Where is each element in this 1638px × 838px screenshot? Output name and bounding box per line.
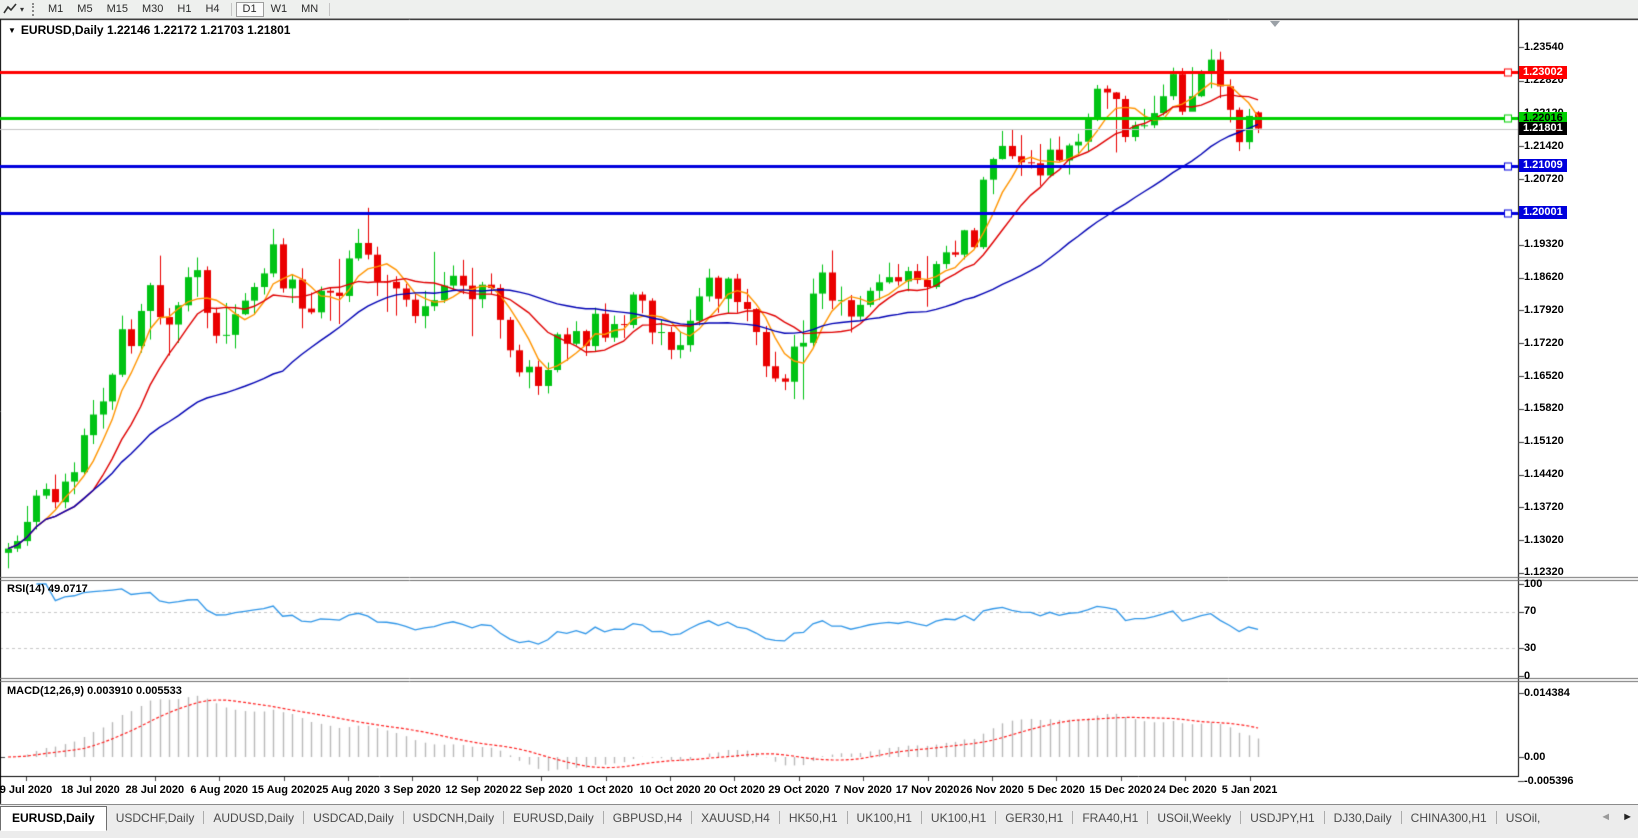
price-tick-label: 1.17220	[1524, 337, 1564, 349]
toolbar-drag-handle[interactable]	[32, 3, 34, 16]
date-label: 18 Jul 2020	[61, 784, 120, 796]
price-tick-label: 1.20720	[1524, 173, 1564, 185]
rsi-pane-label: RSI(14) 49.0717	[7, 583, 88, 595]
date-label: 20 Oct 2020	[704, 784, 765, 796]
timeframe-button-w1[interactable]: W1	[264, 2, 295, 17]
date-label: 15 Aug 2020	[252, 784, 316, 796]
timeframe-button-h4[interactable]: H4	[198, 2, 226, 17]
macd-tick-label: 0.014384	[1524, 687, 1570, 699]
macd-pane-label: MACD(12,26,9) 0.003910 0.005533	[7, 685, 182, 697]
tab-item-usoil-[interactable]: USOil,	[1497, 807, 1550, 829]
trend-tool-icon	[3, 2, 18, 16]
date-label: 3 Sep 2020	[384, 784, 441, 796]
price-tick-label: 1.15120	[1524, 435, 1564, 447]
rsi-tick-label: 0	[1524, 670, 1530, 682]
price-tick-label: 1.23540	[1524, 41, 1564, 53]
price-tick-label: 1.18620	[1524, 271, 1564, 283]
tab-item-xauusd-h4[interactable]: XAUUSD,H4	[692, 807, 779, 829]
tab-item-usdjpy-h1[interactable]: USDJPY,H1	[1241, 807, 1323, 829]
hline-price-badge: 1.20001	[1519, 206, 1567, 219]
price-tick-label: 1.21420	[1524, 140, 1564, 152]
date-label: 17 Nov 2020	[896, 784, 960, 796]
hline-price-badge: 1.23002	[1519, 66, 1567, 79]
tab-item-gbpusd-h4[interactable]: GBPUSD,H4	[604, 807, 691, 829]
macd-tick-label: -0.005396	[1524, 775, 1574, 787]
chart-title: ▼ EURUSD,Daily 1.22146 1.22172 1.21703 1…	[8, 23, 290, 37]
price-tick-label: 1.17920	[1524, 304, 1564, 316]
date-label: 7 Nov 2020	[834, 784, 891, 796]
timeframe-button-m30[interactable]: M30	[135, 2, 170, 17]
tab-item-uk100-h1[interactable]: UK100,H1	[922, 807, 995, 829]
tab-item-fra40-h1[interactable]: FRA40,H1	[1073, 807, 1147, 829]
date-label: 26 Nov 2020	[960, 784, 1024, 796]
price-tick-label: 1.13720	[1524, 501, 1564, 513]
hline-price-badge: 1.21009	[1519, 159, 1567, 172]
chart-tabs: EURUSD,DailyUSDCHF,DailyAUDUSD,DailyUSDC…	[0, 805, 1600, 831]
timeframe-button-h1[interactable]: H1	[170, 2, 198, 17]
timeframe-button-d1[interactable]: D1	[236, 2, 264, 17]
tab-item-china300-h1[interactable]: CHINA300,H1	[1402, 807, 1496, 829]
date-label: 28 Jul 2020	[125, 784, 184, 796]
date-label: 9 Jul 2020	[0, 784, 52, 796]
macd-tick-label: 0.00	[1524, 751, 1545, 763]
price-tick-label: 1.16520	[1524, 370, 1564, 382]
date-label: 10 Oct 2020	[639, 784, 700, 796]
date-label: 6 Aug 2020	[190, 784, 248, 796]
timeframe-button-m15[interactable]: M15	[100, 2, 135, 17]
chart-title-text: EURUSD,Daily 1.22146 1.22172 1.21703 1.2…	[21, 23, 291, 37]
price-chart-canvas[interactable]	[0, 0, 1638, 837]
toolbar-separator	[231, 3, 232, 16]
toolbar: ▾ M1M5M15M30H1H4 D1W1MN	[0, 0, 1638, 19]
current-price-badge: 1.21801	[1519, 122, 1567, 135]
date-label: 25 Aug 2020	[316, 784, 380, 796]
rsi-tick-label: 30	[1524, 642, 1536, 654]
date-label: 5 Jan 2021	[1222, 784, 1278, 796]
tab-item-usoil-weekly[interactable]: USOil,Weekly	[1148, 807, 1240, 829]
rsi-tick-label: 70	[1524, 605, 1536, 617]
tab-item-usdchf-daily[interactable]: USDCHF,Daily	[107, 807, 204, 829]
date-label: 5 Dec 2020	[1028, 784, 1085, 796]
timeframe-button-m5[interactable]: M5	[70, 2, 99, 17]
chart-tab-bar: EURUSD,DailyUSDCHF,DailyAUDUSD,DailyUSDC…	[0, 804, 1638, 838]
price-tick-label: 1.13020	[1524, 534, 1564, 546]
rsi-tick-label: 100	[1524, 578, 1542, 590]
timeframe-button-m1[interactable]: M1	[41, 2, 70, 17]
tab-item-ger30-h1[interactable]: GER30,H1	[996, 807, 1072, 829]
tab-item-dj30-daily[interactable]: DJ30,Daily	[1325, 807, 1401, 829]
tab-item-uk100-h1[interactable]: UK100,H1	[848, 807, 921, 829]
chart-menu-caret-icon[interactable]: ▼	[8, 26, 16, 35]
tab-item-usdcnh-daily[interactable]: USDCNH,Daily	[404, 807, 503, 829]
price-tick-label: 1.14420	[1524, 468, 1564, 480]
trend-tool-button[interactable]: ▾	[3, 2, 24, 16]
date-label: 22 Sep 2020	[510, 784, 573, 796]
chart-shift-marker-icon	[1270, 21, 1280, 27]
date-label: 15 Dec 2020	[1089, 784, 1152, 796]
date-label: 29 Oct 2020	[768, 784, 829, 796]
timeframe-button-mn[interactable]: MN	[294, 2, 325, 17]
tab-item-eurusd-daily[interactable]: EURUSD,Daily	[0, 806, 107, 831]
tab-item-eurusd-daily[interactable]: EURUSD,Daily	[504, 807, 603, 829]
dropdown-caret-icon[interactable]: ▾	[20, 5, 24, 14]
tab-scroll-right-icon[interactable]: ►	[1622, 811, 1633, 823]
price-tick-label: 1.15820	[1524, 402, 1564, 414]
tab-item-usdcad-daily[interactable]: USDCAD,Daily	[304, 807, 403, 829]
tab-scroll-left-icon[interactable]: ◄	[1600, 811, 1611, 823]
date-label: 12 Sep 2020	[445, 784, 508, 796]
price-tick-label: 1.19320	[1524, 238, 1564, 250]
tab-scroll-buttons: ◄ ►	[1600, 811, 1633, 823]
timeframe-buttons: M1M5M15M30H1H4 D1W1MN	[41, 2, 334, 17]
date-label: 1 Oct 2020	[578, 784, 633, 796]
toolbar-separator	[329, 3, 330, 16]
date-label: 24 Dec 2020	[1154, 784, 1217, 796]
tab-item-hk50-h1[interactable]: HK50,H1	[780, 807, 847, 829]
tab-item-audusd-daily[interactable]: AUDUSD,Daily	[204, 807, 303, 829]
